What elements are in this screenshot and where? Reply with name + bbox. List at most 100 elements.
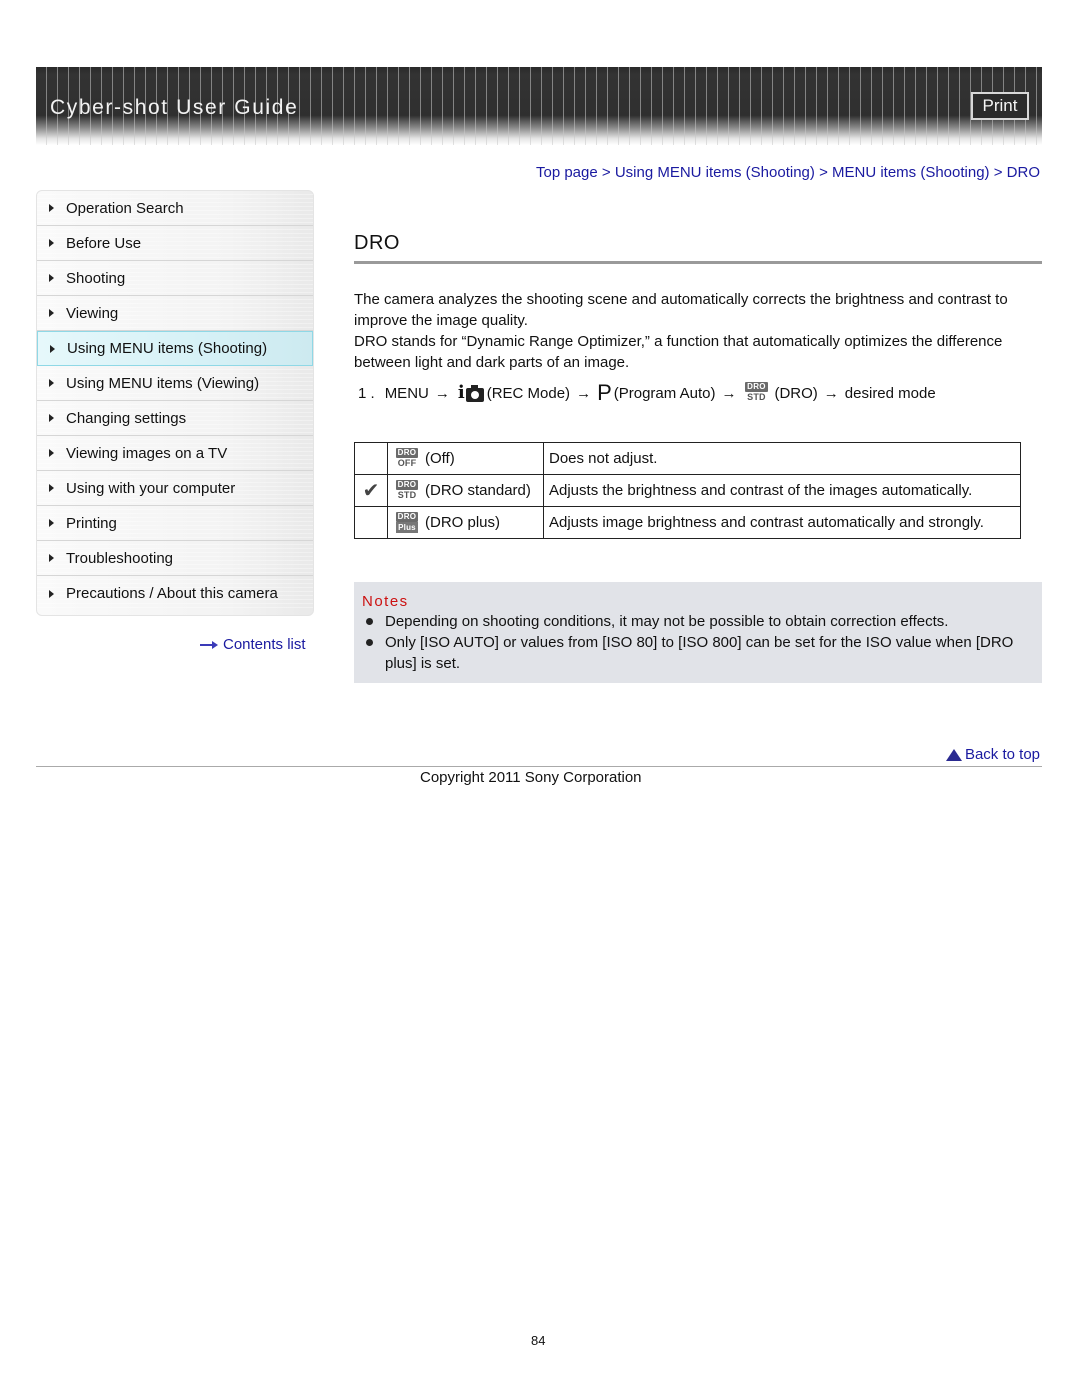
mode-name-cell: DRO Plus (DRO plus) <box>387 506 544 539</box>
sidebar-item-shooting[interactable]: Shooting <box>37 261 313 296</box>
note-item: Only [ISO AUTO] or values from [ISO 80] … <box>366 632 1036 674</box>
breadcrumb-separator: > <box>993 164 1007 181</box>
rec-mode-camera-icon: i <box>458 384 484 402</box>
sidebar-item-changing-settings[interactable]: Changing settings <box>37 401 313 436</box>
dro-off-icon: DRO OFF <box>395 447 419 468</box>
sidebar-item-label: Viewing images on a TV <box>66 444 228 462</box>
table-row: DRO OFF (Off) Does not adjust. <box>354 442 1021 475</box>
sidebar-item-label: Operation Search <box>66 199 184 217</box>
triangle-right-icon <box>49 484 54 492</box>
note-item: Depending on shooting conditions, it may… <box>366 611 1036 632</box>
triangle-up-icon <box>945 748 962 761</box>
breadcrumb-separator: > <box>819 164 832 181</box>
dro-std-icon: DRO STD <box>745 382 768 402</box>
selection-cell <box>354 506 388 539</box>
back-to-top-label: Back to top <box>964 746 1040 763</box>
sidebar-item-viewing-images-on-tv[interactable]: Viewing images on a TV <box>37 436 313 471</box>
breadcrumb: Top page > Using MENU items (Shooting) >… <box>536 164 1040 181</box>
sidebar-item-label: Shooting <box>66 269 126 287</box>
title-divider <box>354 261 1042 264</box>
print-button[interactable]: Print <box>971 92 1029 120</box>
mode-description: Does not adjust. <box>543 442 1021 475</box>
sidebar-item-using-with-computer[interactable]: Using with your computer <box>37 471 313 506</box>
triangle-right-icon <box>49 379 54 387</box>
sidebar-item-precautions[interactable]: Precautions / About this camera <box>37 576 313 611</box>
page-number: 84 <box>531 1333 546 1348</box>
arrow-right-icon: → <box>576 384 592 402</box>
page-title: DRO <box>354 232 400 254</box>
dro-definition-paragraph: DRO stands for “Dynamic Range Optimizer,… <box>354 333 1003 371</box>
program-auto-icon: P <box>597 380 612 405</box>
sidebar-item-before-use[interactable]: Before Use <box>37 226 313 261</box>
step-program-auto: (Program Auto) <box>613 384 716 402</box>
selection-cell: ✔ <box>354 474 388 507</box>
mode-description: Adjusts the brightness and contrast of t… <box>543 474 1021 507</box>
sidebar-item-label: Using MENU items (Shooting) <box>67 340 268 357</box>
triangle-right-icon <box>49 519 54 527</box>
notes-title: Notes <box>362 593 409 610</box>
triangle-right-icon <box>49 239 54 247</box>
triangle-right-icon <box>49 414 54 422</box>
mode-name-cell: DRO STD (DRO standard) <box>387 474 544 507</box>
arrow-right-icon: → <box>721 384 737 402</box>
arrow-right-icon: → <box>434 384 450 402</box>
back-to-top-link[interactable]: Back to top <box>945 746 1040 763</box>
sidebar-item-label: Using MENU items (Viewing) <box>66 374 260 392</box>
mode-name: (Off) <box>425 449 455 467</box>
selection-cell <box>354 442 388 475</box>
step-rec-mode: (REC Mode) <box>486 384 571 402</box>
sidebar-item-label: Printing <box>66 514 117 532</box>
breadcrumb-menu-items-shooting[interactable]: MENU items (Shooting) <box>832 164 990 181</box>
sidebar-item-label: Before Use <box>66 234 142 252</box>
mode-name: (DRO standard) <box>425 481 531 499</box>
triangle-right-icon <box>49 554 54 562</box>
header-banner: Cyber-shot User Guide Print <box>36 67 1042 145</box>
triangle-right-icon <box>49 204 54 212</box>
triangle-right-icon <box>50 344 55 353</box>
procedure-step: 1 . MENU → i (REC Mode) → P (Program Aut… <box>358 382 936 404</box>
triangle-right-icon <box>49 274 54 282</box>
sidebar-item-label: Troubleshooting <box>66 549 174 567</box>
arrow-right-icon: → <box>823 384 839 402</box>
contents-list-label: Contents list <box>223 636 306 653</box>
triangle-right-icon <box>49 309 54 317</box>
copyright-text: Copyright 2011 Sony Corporation <box>420 769 642 786</box>
notes-box: Notes Depending on shooting conditions, … <box>354 582 1042 683</box>
note-text: Depending on shooting conditions, it may… <box>385 613 949 630</box>
dro-plus-icon: DRO Plus <box>395 511 419 533</box>
intro-paragraph: The camera analyzes the shooting scene a… <box>354 291 1008 329</box>
step-menu: MENU <box>384 384 429 402</box>
triangle-right-icon <box>49 449 54 457</box>
step-dro: (DRO) <box>774 384 818 402</box>
sidebar-item-using-menu-items-shooting[interactable]: Using MENU items (Shooting) <box>37 331 313 366</box>
sidebar-item-viewing[interactable]: Viewing <box>37 296 313 331</box>
table-row: DRO Plus (DRO plus) Adjusts image brightne… <box>354 506 1021 539</box>
breadcrumb-dro[interactable]: DRO <box>1007 164 1040 181</box>
note-text: Only [ISO AUTO] or values from [ISO 80] … <box>385 634 1014 672</box>
step-number: 1 . <box>358 384 375 402</box>
sidebar-item-label: Changing settings <box>66 409 187 427</box>
bullet-icon <box>366 618 373 625</box>
breadcrumb-top-page[interactable]: Top page <box>536 164 598 181</box>
sidebar-item-label: Using with your computer <box>66 479 236 497</box>
sidebar-item-troubleshooting[interactable]: Troubleshooting <box>37 541 313 576</box>
guide-title: Cyber-shot User Guide <box>50 96 299 119</box>
breadcrumb-separator: > <box>601 164 615 181</box>
dro-std-icon: DRO STD <box>395 479 419 500</box>
sidebar-nav: Operation Search Before Use Shooting Vie… <box>36 190 314 616</box>
bullet-icon <box>366 639 373 646</box>
sidebar-item-using-menu-items-viewing[interactable]: Using MENU items (Viewing) <box>37 366 313 401</box>
contents-list-link[interactable]: Contents list <box>200 636 306 653</box>
sidebar-item-label: Precautions / About this camera <box>66 585 278 602</box>
footer-divider <box>36 766 1042 767</box>
sidebar-item-operation-search[interactable]: Operation Search <box>37 191 313 226</box>
breadcrumb-using-menu-items-shooting[interactable]: Using MENU items (Shooting) <box>615 164 815 181</box>
mode-name-cell: DRO OFF (Off) <box>387 442 544 475</box>
mode-name: (DRO plus) <box>425 513 501 531</box>
dro-modes-table: DRO OFF (Off) Does not adjust. ✔ DRO STD (DR… <box>354 442 1021 539</box>
sidebar-item-printing[interactable]: Printing <box>37 506 313 541</box>
checkmark-icon: ✔ <box>362 480 380 502</box>
triangle-right-icon <box>49 589 54 598</box>
table-row: ✔ DRO STD (DRO standard) Adjusts the brigh… <box>354 474 1021 507</box>
arrow-right-icon <box>200 640 218 649</box>
